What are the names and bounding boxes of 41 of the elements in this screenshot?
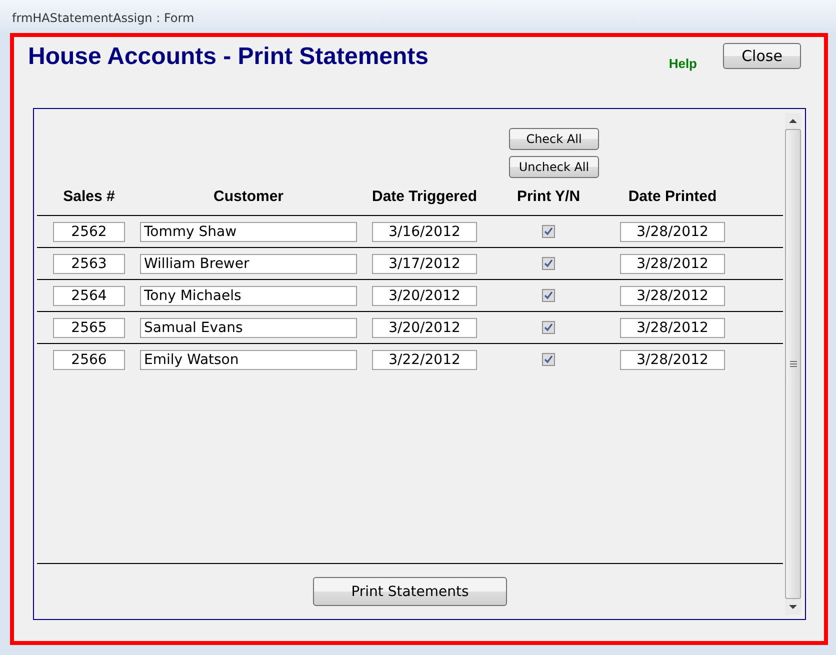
window-title: frmHAStatementAssign : Form — [12, 11, 194, 25]
uncheck-all-button[interactable]: Uncheck All — [509, 156, 599, 178]
help-link[interactable]: Help — [668, 56, 697, 71]
print-checkbox[interactable] — [542, 257, 555, 270]
customer-field[interactable]: Tommy Shaw — [140, 222, 357, 242]
column-header: Customer — [213, 188, 284, 205]
sales-number-field[interactable]: 2563 — [53, 254, 125, 274]
print-checkbox[interactable] — [542, 321, 555, 334]
close-button[interactable]: Close — [723, 43, 801, 69]
form-heading: House Accounts - Print Statements — [28, 43, 430, 71]
scrollbar[interactable] — [785, 113, 801, 615]
date-field[interactable]: 3/28/2012 — [620, 222, 725, 242]
date-field[interactable]: 3/20/2012 — [372, 318, 477, 338]
customer-field[interactable]: William Brewer — [140, 254, 357, 274]
customer-field[interactable]: Samual Evans — [140, 318, 357, 338]
print-statements-button[interactable]: Print Statements — [313, 577, 507, 606]
column-header: Date Triggered — [372, 188, 478, 205]
date-field[interactable]: 3/17/2012 — [372, 254, 477, 274]
column-header: Sales # — [63, 188, 115, 205]
sales-number-field[interactable]: 2562 — [53, 222, 125, 242]
print-checkbox[interactable] — [542, 289, 555, 302]
column-header: Print Y/N — [516, 188, 580, 205]
date-field[interactable]: 3/28/2012 — [620, 318, 725, 338]
grip-icon — [790, 361, 796, 367]
scroll-up-icon[interactable] — [789, 119, 797, 123]
sales-number-field[interactable]: 2564 — [53, 286, 125, 306]
customer-field[interactable]: Tony Michaels — [140, 286, 357, 306]
customer-field[interactable]: Emily Watson — [140, 350, 357, 370]
column-header: Date Printed — [628, 188, 717, 205]
date-field[interactable]: 3/20/2012 — [372, 286, 477, 306]
date-field[interactable]: 3/16/2012 — [372, 222, 477, 242]
date-field[interactable]: 3/28/2012 — [620, 286, 725, 306]
sales-number-field[interactable]: 2566 — [53, 350, 125, 370]
print-checkbox[interactable] — [542, 353, 555, 366]
sales-number-field[interactable]: 2565 — [53, 318, 125, 338]
date-field[interactable]: 3/22/2012 — [372, 350, 477, 370]
date-field[interactable]: 3/28/2012 — [620, 350, 725, 370]
date-field[interactable]: 3/28/2012 — [620, 254, 725, 274]
check-all-button[interactable]: Check All — [509, 128, 599, 150]
print-checkbox[interactable] — [542, 225, 555, 238]
scroll-down-icon[interactable] — [789, 605, 797, 609]
